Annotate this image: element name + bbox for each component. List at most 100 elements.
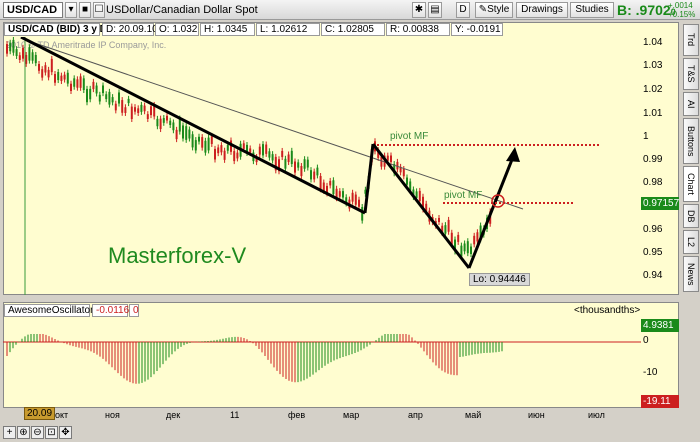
price-candle: [143, 105, 146, 112]
month-label: май: [465, 410, 482, 420]
price-candle: [172, 122, 175, 131]
pan-icon[interactable]: ✥: [59, 426, 72, 439]
gear-icon[interactable]: ✱: [412, 2, 426, 18]
price-candle: [70, 83, 72, 91]
price-candle: [95, 85, 98, 94]
price-candle: [226, 144, 229, 151]
price-candle: [319, 176, 322, 190]
toolbar: USD/CAD ▾ ■ ☐ USDollar/Canadian Dollar S…: [0, 0, 700, 20]
style-button[interactable]: ✎Style: [475, 2, 513, 18]
chart-icon[interactable]: ▤: [428, 2, 442, 18]
price-candle: [79, 76, 82, 88]
price-candle: [121, 100, 124, 113]
arrow-head-icon: [506, 147, 520, 162]
symbol-input[interactable]: USD/CAD: [3, 2, 63, 18]
price-candle: [47, 69, 50, 78]
price-candle: [463, 243, 466, 252]
tab-l2[interactable]: L2: [683, 230, 699, 254]
price-candle: [268, 151, 271, 158]
price-candle: [210, 136, 213, 144]
tab-time-sales[interactable]: T&S: [683, 58, 699, 90]
trend-line: [20, 37, 366, 215]
studies-button[interactable]: Studies: [570, 2, 614, 18]
template-icon[interactable]: D: [456, 2, 470, 18]
oscillator-min-flag: -19.11: [641, 395, 679, 408]
price-candle: [111, 97, 114, 103]
lock-icon[interactable]: ■: [79, 2, 91, 18]
price-candle: [22, 47, 24, 59]
crosshair-icon[interactable]: +: [3, 426, 16, 439]
tab-news[interactable]: News: [683, 256, 699, 292]
price-candle: [361, 206, 364, 221]
price-tick: 0.96: [643, 224, 663, 235]
tab-ai[interactable]: AI: [683, 92, 699, 116]
zoom-box-icon[interactable]: ⊡: [45, 426, 58, 439]
price-candle: [249, 148, 252, 153]
trend-line: [363, 143, 375, 214]
price-candle: [306, 159, 309, 168]
header-high: H: 1.0345: [200, 23, 255, 36]
price-candle: [204, 140, 207, 153]
drawings-label: Drawings: [521, 4, 563, 15]
price-candle: [447, 219, 450, 232]
price-candle: [198, 136, 200, 142]
low-label: Lo: 0.94446: [469, 273, 530, 286]
price-candle: [415, 191, 418, 198]
tab-buttons[interactable]: Buttons: [683, 118, 699, 164]
header-open: O: 1.032: [155, 23, 199, 36]
oscillator-chart[interactable]: [3, 318, 641, 408]
price-candle: [28, 47, 31, 61]
price-candle: [86, 88, 88, 103]
price-candle: [134, 107, 136, 112]
tab-trade[interactable]: Trd: [683, 24, 699, 56]
watermark-text: Masterforex-V: [108, 243, 247, 268]
price-candle: [281, 150, 284, 158]
zoom-in-icon[interactable]: ⊕: [17, 426, 30, 439]
price-candle: [34, 54, 37, 64]
price-candle: [82, 78, 85, 91]
tab-db[interactable]: DB: [683, 204, 699, 228]
current-price-flag: 0.97157: [641, 197, 680, 210]
price-candle: [297, 162, 300, 168]
month-label: ноя: [105, 410, 120, 420]
price-tick: 1.04: [643, 37, 663, 48]
price-candle: [390, 155, 392, 163]
month-label: фев: [288, 410, 306, 420]
pivot-label-1: pivot MF: [390, 131, 429, 142]
month-label: 11: [230, 410, 240, 420]
price-candle: [342, 191, 344, 198]
chart-title[interactable]: USD/CAD (BID) 3 y D: [4, 23, 107, 36]
price-candle: [150, 106, 152, 116]
price-candle: [44, 65, 47, 73]
price-candle: [223, 150, 226, 160]
price-candle: [242, 143, 245, 149]
price-candle: [57, 72, 60, 81]
drawings-button[interactable]: Drawings: [516, 2, 568, 18]
price-tick: 1.03: [643, 60, 663, 71]
price-chart[interactable]: [3, 37, 641, 295]
link-icon[interactable]: ☐: [93, 2, 105, 18]
oscillator-units: <thousandths>: [574, 305, 641, 316]
oscillator-name[interactable]: AwesomeOscillator: [4, 304, 93, 317]
style-label: Style: [487, 4, 510, 15]
price-candle: [66, 72, 69, 84]
price-candle: [310, 170, 312, 180]
symbol-dropdown-icon[interactable]: ▾: [65, 2, 77, 18]
price-candle: [102, 85, 104, 94]
price-candle: [220, 145, 223, 153]
price-candle: [354, 194, 357, 205]
price-candle: [217, 147, 220, 154]
right-tab-bar: Trd T&S AI Buttons Chart DB L2 News: [682, 22, 700, 420]
price-candle: [140, 104, 143, 112]
price-candle: [470, 246, 472, 254]
tab-chart[interactable]: Chart: [683, 166, 699, 202]
price-tick: 1: [643, 131, 649, 142]
zoom-out-icon[interactable]: ⊖: [31, 426, 44, 439]
price-tick: 0.95: [643, 247, 663, 258]
header-close: C: 1.02805: [321, 23, 385, 36]
price-candle: [358, 199, 360, 207]
price-candle: [92, 81, 95, 90]
price-candle: [194, 140, 197, 151]
price-candle: [146, 114, 149, 120]
change-pct: +0.15%: [668, 10, 696, 19]
